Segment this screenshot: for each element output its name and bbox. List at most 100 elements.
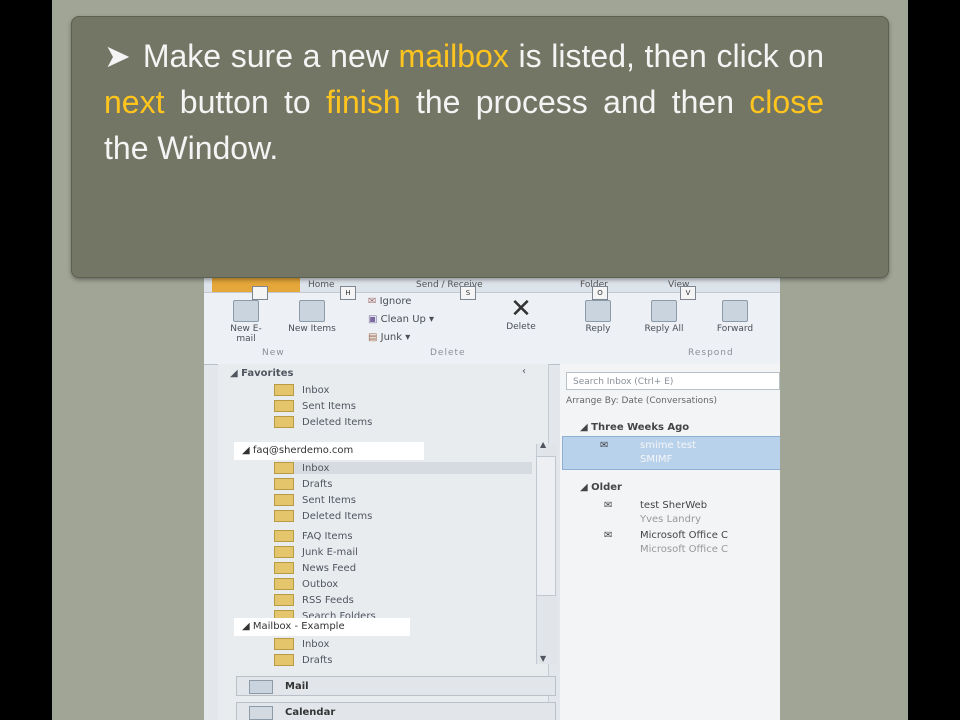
junk-button[interactable]: ▤ Junk ▾ [368,332,410,343]
mail-icon [249,680,273,694]
folder-icon [274,384,294,396]
delete-icon: ✕ [510,294,532,324]
envelope-icon: ✉ [604,500,613,511]
message-3-subject[interactable]: Microsoft Office C [640,530,728,541]
reply-button[interactable]: Reply [574,300,622,334]
folder-news-feed[interactable]: News Feed [274,562,356,574]
clean-up-dropdown-icon: ▾ [425,314,435,325]
folder-icon [274,400,294,412]
folder-outbox[interactable]: Outbox [274,578,338,590]
collapse-triangle-icon: ◢ [242,445,253,456]
highlight-next: next [104,84,165,120]
instruction-segment: the Window. [104,130,279,166]
scroll-up-icon[interactable]: ▲ [540,440,546,449]
group-header-older[interactable]: ◢ Older [580,482,622,493]
scroll-down-icon[interactable]: ▼ [540,654,546,663]
folder-icon [274,594,294,606]
collapse-pane-icon[interactable]: ‹ [522,366,526,377]
account-faq-label: faq@sherdemo.com [252,445,354,456]
ignore-icon: ✉ [368,296,380,307]
folder-drafts[interactable]: Drafts [274,478,332,490]
group-header-three-weeks-ago[interactable]: ◢ Three Weeks Ago [580,422,689,433]
calendar-icon [249,706,273,720]
folder-icon [274,530,294,542]
highlight-mailbox: mailbox [398,38,509,74]
folder-icon [274,478,294,490]
account-faq-header[interactable]: ◢ faq@sherdemo.com [234,442,424,460]
folder-icon [274,462,294,474]
fav-inbox[interactable]: Inbox [274,384,329,396]
mailbox-example-inbox-label: Inbox [302,639,330,650]
tab-home[interactable]: Home [308,278,335,292]
folder-icon [274,562,294,574]
clean-up-button[interactable]: ▣ Clean Up ▾ [368,314,434,325]
folder-sent-items[interactable]: Sent Items [274,494,356,506]
calendar-nav-button[interactable]: Calendar [236,702,556,720]
account-mailbox-example-header[interactable]: ◢ Mailbox - Example [234,618,410,636]
outlook-window: Home Send / Receive Folder View H S O V … [204,260,780,720]
message-1-subject: smime test [640,440,697,451]
collapse-triangle-icon: ◢ [580,422,592,433]
highlight-close: close [749,84,824,120]
instruction-segment: is listed, then click on [508,38,825,74]
arrow-bullet-icon: ➤ [104,38,131,74]
keytip-file [252,286,268,300]
folder-icon [274,578,294,590]
new-items-icon [299,300,325,322]
group-older-label: Older [591,482,622,493]
instruction-segment: the process and then [400,84,750,120]
folder-rss-feeds[interactable]: RSS Feeds [274,594,354,606]
folder-junk-email-label: Junk E-mail [302,547,358,558]
nav-scrollbar-thumb[interactable] [536,456,556,596]
keytip-home: H [340,286,356,300]
reply-all-button[interactable]: Reply All [640,300,688,334]
reply-all-icon [651,300,677,322]
keytip-folder: O [592,286,608,300]
message-3-sender: Microsoft Office C [640,544,729,555]
new-email-button[interactable]: New E-mail [226,300,266,344]
favorites-label: Favorites [241,368,294,379]
forward-button[interactable]: Forward [700,300,770,334]
collapse-triangle-icon: ◢ [242,621,253,632]
mailbox-example-inbox[interactable]: Inbox [274,638,329,650]
group-label-delete: Delete [430,348,466,358]
mailbox-example-drafts-label: Drafts [302,655,333,666]
account-mailbox-example-label: Mailbox - Example [252,621,345,632]
new-items-button[interactable]: New Items [288,300,336,334]
search-inbox-input[interactable]: Search Inbox (Ctrl+ E) [566,372,780,390]
folder-faq-items[interactable]: FAQ Items [274,530,353,542]
folder-junk-email[interactable]: Junk E-mail [274,546,358,558]
instruction-callout: ➤ Make sure a new mailbox is listed, then… [71,16,889,278]
arrange-by-header[interactable]: Arrange By: Date (Conversations) [566,396,717,406]
envelope-icon: ✉ [604,530,613,541]
fav-sent-items[interactable]: Sent Items [274,400,356,412]
delete-label: Delete [506,322,536,332]
forward-icon [722,300,748,322]
message-2-subject[interactable]: test SherWeb [640,500,707,511]
mail-nav-button[interactable]: Mail [236,676,556,696]
delete-button[interactable]: ✕ Delete [494,296,548,332]
calendar-nav-label: Calendar [285,707,336,718]
new-email-label: New E-mail [230,324,262,344]
fav-deleted-items[interactable]: Deleted Items [274,416,372,428]
folder-sent-items-label: Sent Items [302,495,356,506]
junk-icon: ▤ [368,332,381,343]
forward-label: Forward [716,324,754,334]
folder-icon [274,638,294,650]
message-1-sender: SMIMF [640,454,673,465]
mailbox-example-drafts[interactable]: Drafts [274,654,332,666]
ignore-button[interactable]: ✉ Ignore [368,296,411,307]
keytip-send-receive: S [460,286,476,300]
favorites-header[interactable]: ◢ Favorites [230,368,293,379]
reply-icon [585,300,611,322]
highlight-finish: finish [325,84,401,120]
folder-deleted-items[interactable]: Deleted Items [274,510,372,522]
message-2-sender: Yves Landry [640,514,701,525]
folder-icon [274,546,294,558]
group-label-respond: Respond [688,348,734,358]
folder-drafts-label: Drafts [302,479,333,490]
folder-outbox-label: Outbox [302,579,339,590]
reply-label: Reply [585,324,611,334]
folder-inbox[interactable]: Inbox [274,462,532,474]
folder-faq-items-label: FAQ Items [302,531,353,542]
